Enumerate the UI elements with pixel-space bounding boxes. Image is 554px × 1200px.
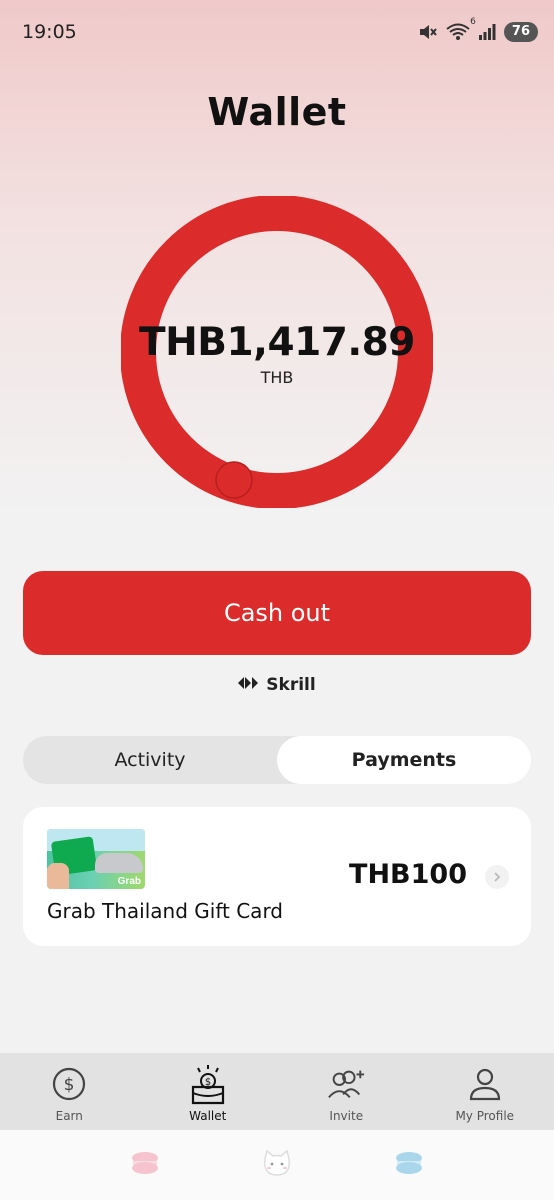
nav-label-wallet: Wallet bbox=[189, 1109, 227, 1123]
payout-provider: Skrill bbox=[0, 675, 554, 695]
macaron-blue-icon[interactable] bbox=[394, 1151, 424, 1179]
macaron-pink-icon[interactable] bbox=[130, 1151, 160, 1179]
invite-users-icon bbox=[326, 1065, 366, 1103]
cat-icon[interactable] bbox=[261, 1149, 293, 1181]
signal-icon bbox=[478, 23, 496, 41]
status-time: 19:05 bbox=[22, 21, 77, 43]
gift-card-brand: Grab bbox=[117, 876, 141, 887]
profile-icon bbox=[465, 1065, 505, 1103]
payment-item-amount: THB100 bbox=[349, 859, 467, 890]
chevron-right-icon[interactable] bbox=[485, 865, 509, 889]
nav-invite[interactable]: Invite bbox=[277, 1053, 416, 1130]
cash-out-button[interactable]: Cash out bbox=[23, 571, 531, 655]
nav-label-invite: Invite bbox=[329, 1109, 364, 1123]
mute-icon bbox=[418, 23, 438, 41]
payment-item-name: Grab Thailand Gift Card bbox=[47, 899, 284, 923]
wifi-badge: 6 bbox=[470, 17, 476, 27]
nav-earn[interactable]: $ Earn bbox=[0, 1053, 139, 1130]
status-icons: 6 76 bbox=[418, 17, 538, 42]
gift-card-thumbnail: Grab bbox=[47, 829, 145, 889]
tab-payments[interactable]: Payments bbox=[277, 736, 531, 784]
wallet-tabs: Activity Payments bbox=[23, 736, 531, 784]
dollar-coin-icon: $ bbox=[49, 1065, 89, 1103]
nav-label-profile: My Profile bbox=[455, 1109, 515, 1123]
balance-currency: THB bbox=[260, 368, 294, 387]
battery-icon: 76 bbox=[503, 22, 538, 42]
payment-item[interactable]: Grab Grab Thailand Gift Card THB100 bbox=[23, 807, 531, 946]
nav-wallet[interactable]: $ Wallet bbox=[139, 1053, 278, 1130]
wallet-icon: $ bbox=[188, 1065, 228, 1105]
page-title: Wallet bbox=[207, 90, 347, 134]
status-bar: 19:05 6 76 bbox=[0, 0, 554, 64]
skrill-logo-icon bbox=[238, 675, 260, 695]
system-navigation-bar bbox=[0, 1130, 554, 1200]
balance-amount: THB1,417.89 bbox=[139, 320, 415, 365]
wifi-icon: 6 bbox=[446, 17, 476, 41]
bottom-navigation: $ Earn $ Wallet Invite My Profile bbox=[0, 1053, 554, 1130]
provider-name: Skrill bbox=[266, 675, 316, 695]
nav-label-earn: Earn bbox=[55, 1109, 83, 1123]
balance-ring: THB1,417.89 THB bbox=[121, 196, 433, 508]
nav-profile[interactable]: My Profile bbox=[416, 1053, 554, 1130]
svg-text:$: $ bbox=[64, 1075, 75, 1095]
tab-activity[interactable]: Activity bbox=[23, 736, 277, 784]
